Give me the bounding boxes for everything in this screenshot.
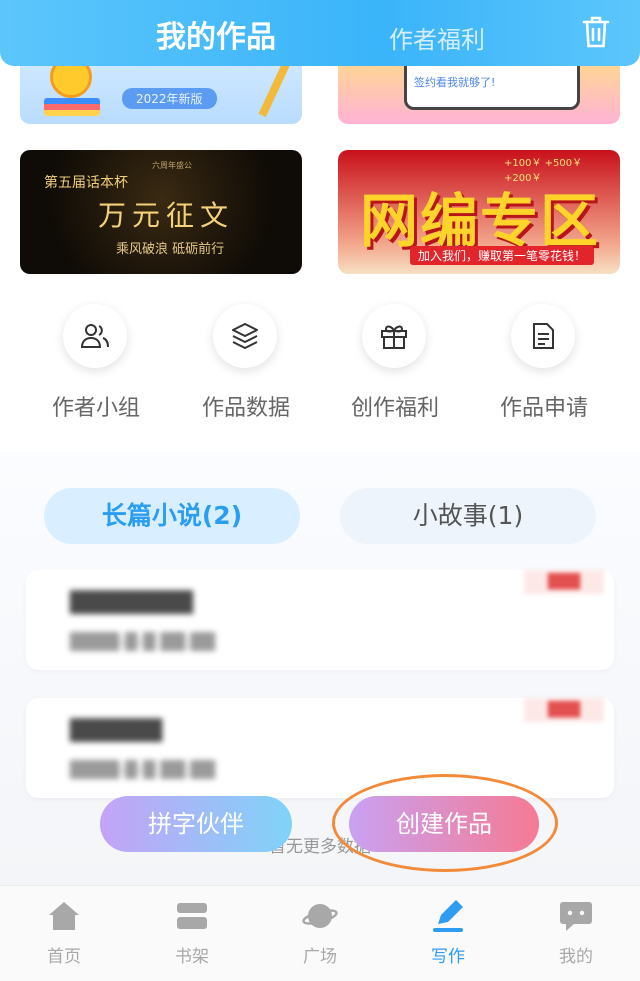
tab-author-welfare[interactable]: 作者福利 <box>389 20 485 55</box>
gift-icon <box>381 325 407 349</box>
quick-action-label: 作品数据 <box>201 396 290 421</box>
top-header: 我的作品 作者福利 <box>0 0 640 66</box>
tab-label: 我的 <box>559 947 593 967</box>
quick-action-work-data[interactable]: 作品数据 <box>176 300 316 430</box>
tab-label: 广场 <box>303 947 337 967</box>
chat-bubble-icon <box>560 902 592 931</box>
banner-contest-name: 第五届话本杯 <box>44 175 128 191</box>
layers-icon <box>232 323 258 349</box>
quick-action-author-group[interactable]: 作者小组 <box>26 300 166 430</box>
bottom-tab-bar: 首页 书架 广场 写作 我的 <box>0 885 640 981</box>
page-content: 2022年新版 签约看我就够了! 六周年盛公 第五届话本杯 万元征文 乘风破浪 … <box>0 0 640 885</box>
banner-editor-subtitle: 加入我们，赚取第一笔零花钱！ <box>410 246 595 265</box>
books-illustration <box>44 98 100 116</box>
word-partner-button[interactable]: 拼字伙伴 <box>100 796 292 852</box>
quick-action-circle <box>213 304 277 368</box>
tab-write[interactable]: 写作 <box>384 886 512 981</box>
tab-square[interactable]: 广场 <box>256 886 384 981</box>
tab-long-novel[interactable]: 长篇小说(2) <box>44 488 300 544</box>
home-icon <box>49 902 79 930</box>
trash-icon[interactable] <box>580 14 612 50</box>
banner-edition-label: 2022年新版 <box>122 88 217 109</box>
quick-action-label: 作者小组 <box>51 396 140 421</box>
bookshelf-icon <box>177 903 207 929</box>
tab-home[interactable]: 首页 <box>0 886 128 981</box>
work-title: ████████ <box>70 590 194 614</box>
quick-action-circle <box>511 304 575 368</box>
highlight-ring <box>332 774 558 872</box>
work-card[interactable]: ██████ ████-█-█ ██:██ ███ <box>26 698 614 798</box>
work-status-badge: ███ <box>524 698 604 722</box>
work-time: ████-█-█ ██:██ <box>70 632 216 651</box>
work-time: ████-█-█ ██:██ <box>70 760 216 779</box>
document-icon <box>533 323 554 349</box>
work-title: ██████ <box>70 718 163 742</box>
planet-icon <box>302 904 338 928</box>
quick-action-label: 创作福利 <box>350 396 439 421</box>
banner-essay-contest[interactable]: 六周年盛公 第五届话本杯 万元征文 乘风破浪 砥砺前行 <box>20 150 302 274</box>
users-icon <box>80 324 109 348</box>
quick-action-label: 作品申请 <box>499 396 588 421</box>
work-card[interactable]: ████████ ████-█-█ ██:██ ███ <box>26 570 614 670</box>
pen-icon <box>433 900 463 932</box>
banner-contest-title: 万元征文 <box>98 199 235 232</box>
banner-editor-zone[interactable]: +100￥ +500￥ +200￥ 网编专区 加入我们，赚取第一笔零花钱！ <box>338 150 620 274</box>
quick-action-creation-welfare[interactable]: 创作福利 <box>325 300 465 430</box>
tab-label: 书架 <box>175 947 209 967</box>
tab-my-works[interactable]: 我的作品 <box>156 12 276 56</box>
quick-action-circle <box>63 304 127 368</box>
banner-note-text: 签约看我就够了! <box>414 76 496 89</box>
quick-action-circle <box>362 304 426 368</box>
tab-short-story[interactable]: 小故事(1) <box>340 488 596 544</box>
tab-label: 写作 <box>431 947 465 967</box>
tab-mine[interactable]: 我的 <box>512 886 640 981</box>
tab-label: 首页 <box>47 947 81 967</box>
work-status-badge: ███ <box>524 570 604 594</box>
banner-top-text: 六周年盛公 <box>152 161 192 170</box>
tab-bookshelf[interactable]: 书架 <box>128 886 256 981</box>
pencil-illustration <box>258 62 290 118</box>
banner-contest-subtitle: 乘风破浪 砥砺前行 <box>116 242 225 257</box>
quick-action-work-apply[interactable]: 作品申请 <box>474 300 614 430</box>
